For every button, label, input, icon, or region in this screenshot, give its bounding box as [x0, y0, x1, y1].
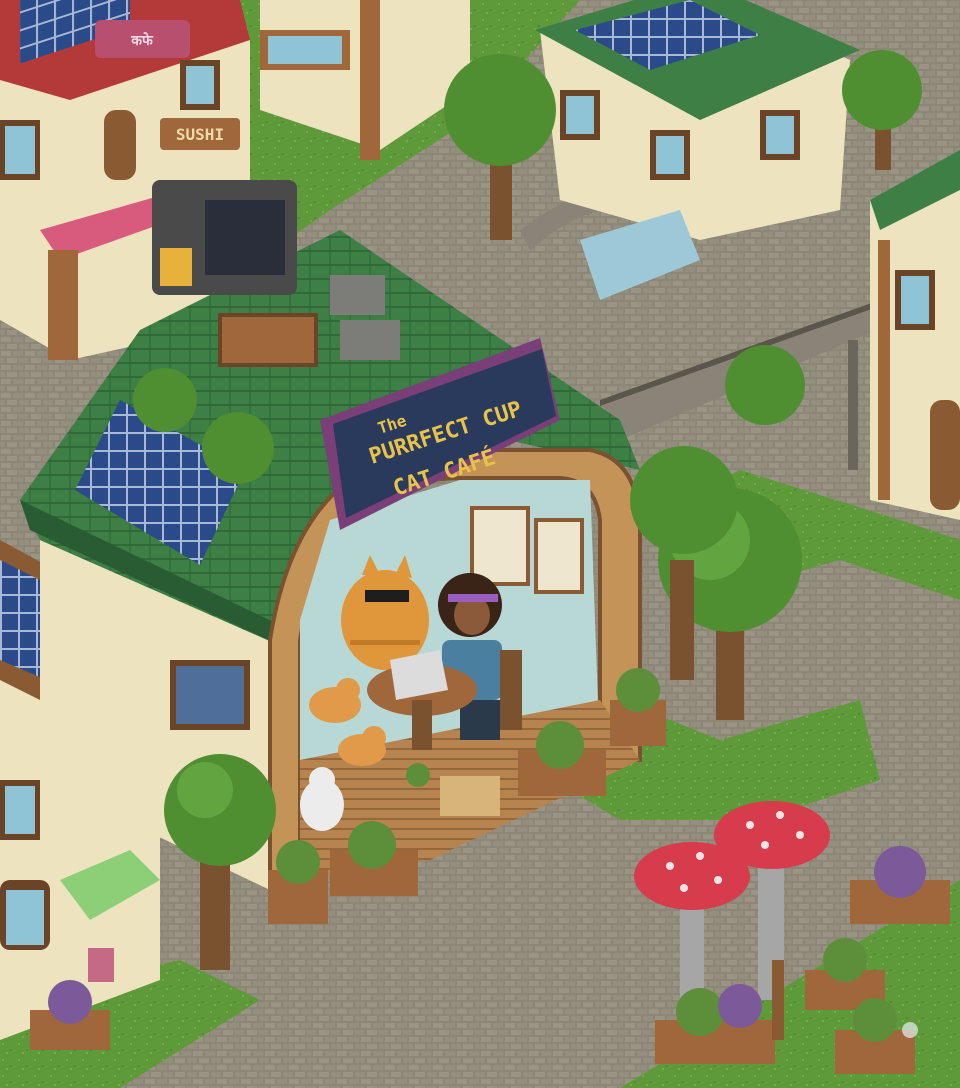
shop-sign-left: SUSHI: [176, 125, 224, 144]
menu-board: [470, 506, 530, 586]
town-scene: कफे SUSHI The PURRFECT CUP CAT CAFÉ: [0, 0, 960, 1088]
bush-walkway: [725, 345, 805, 425]
entrance-steps: [440, 776, 500, 816]
roof-shrub-2: [202, 412, 274, 484]
walkway-post: [848, 340, 858, 470]
table-leg: [412, 700, 432, 750]
menu-board-2: [534, 518, 584, 594]
roof-shrub: [133, 368, 197, 432]
top-sign: कफे: [130, 32, 154, 49]
billboard-poster: [160, 248, 192, 286]
potted-plant-floor: [406, 763, 430, 787]
planter-plant: [616, 668, 660, 712]
cafe-chair: [500, 650, 522, 730]
house-right-edge: [870, 150, 960, 520]
planter-flowers-2: [348, 821, 396, 869]
rooftop-vent-2: [340, 320, 400, 360]
sparkle-icon: [902, 1022, 918, 1038]
rooftop-vent: [330, 275, 385, 315]
billboard-screen: [205, 200, 285, 275]
rooftop-crate: [218, 313, 318, 367]
lamp-post: [772, 960, 784, 1040]
planter-flowers: [536, 721, 584, 769]
